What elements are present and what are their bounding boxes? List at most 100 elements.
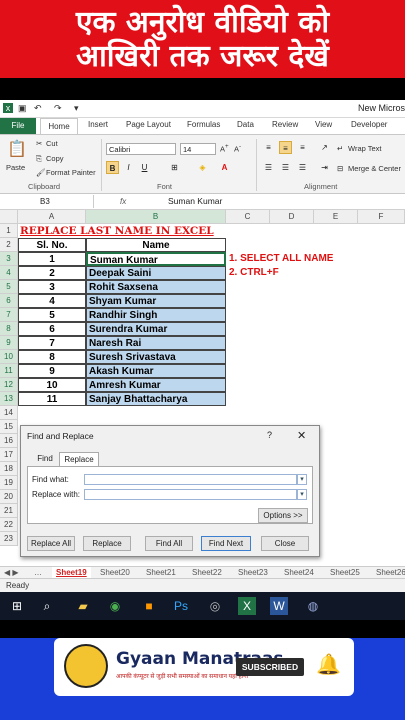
name-cell[interactable]: Naresh Rai xyxy=(86,336,226,350)
name-cell[interactable]: Suresh Srivastava xyxy=(86,350,226,364)
name-cell[interactable]: Shyam Kumar xyxy=(86,294,226,308)
paste-icon[interactable]: 📋 xyxy=(7,139,27,159)
save-icon[interactable]: ▣ xyxy=(18,103,28,113)
formula-input[interactable]: Suman Kumar xyxy=(168,195,222,208)
slno-cell[interactable]: 7 xyxy=(18,336,86,350)
tab-replace[interactable]: Replace xyxy=(59,452,99,466)
instruction-note[interactable]: 2. CTRL+F xyxy=(229,266,399,280)
name-cell[interactable]: Sanjay Bhattacharya xyxy=(86,392,226,406)
sheet-tab-active[interactable]: Sheet19 xyxy=(52,567,91,578)
row-header[interactable]: 2 xyxy=(0,238,18,252)
name-cell[interactable]: Akash Kumar xyxy=(86,364,226,378)
tab-home[interactable]: Home xyxy=(40,118,78,134)
undo-icon[interactable]: ↶ xyxy=(34,103,44,113)
file-explorer-icon[interactable]: ▰ xyxy=(74,597,92,615)
find-history-dropdown[interactable]: ▾ xyxy=(297,474,307,485)
slno-cell[interactable]: 1 xyxy=(18,252,86,266)
sheet-tab[interactable]: Sheet24 xyxy=(284,567,314,578)
tab-review[interactable]: Review xyxy=(272,120,298,129)
row-header[interactable]: 17 xyxy=(0,448,18,462)
instruction-note[interactable]: 1. SELECT ALL NAME xyxy=(229,252,399,266)
bell-icon[interactable]: 🔔 xyxy=(316,652,341,677)
subscribe-button[interactable]: SUBSCRIBED xyxy=(236,658,304,676)
row-header[interactable]: 21 xyxy=(0,504,18,518)
row-header[interactable]: 3 xyxy=(0,252,18,266)
sheet-title-cell[interactable]: REPLACE LAST NAME IN EXCEL xyxy=(20,224,230,238)
tab-formulas[interactable]: Formulas xyxy=(187,120,220,129)
name-cell[interactable]: Randhir Singh xyxy=(86,308,226,322)
app-icon[interactable]: ■ xyxy=(140,597,158,615)
row-header[interactable]: 15 xyxy=(0,420,18,434)
scroll-left-icon[interactable]: ◀ ▶ xyxy=(4,567,19,578)
row-header[interactable]: 23 xyxy=(0,532,18,546)
copy-icon[interactable]: ⎘ xyxy=(36,154,42,164)
row-header[interactable]: 7 xyxy=(0,308,18,322)
shrink-font-icon[interactable]: A- xyxy=(234,143,241,154)
name-cell[interactable]: Amresh Kumar xyxy=(86,378,226,392)
header-cell-name[interactable]: Name xyxy=(86,238,226,252)
italic-button[interactable]: I xyxy=(122,161,135,174)
tab-data[interactable]: Data xyxy=(237,120,254,129)
sheet-tab[interactable]: Sheet26 xyxy=(376,567,405,578)
sheet-tab[interactable]: Sheet23 xyxy=(238,567,268,578)
header-cell-slno[interactable]: Sl. No. xyxy=(18,238,86,252)
find-next-button[interactable]: Find Next xyxy=(201,536,251,551)
customize-icon[interactable]: ▾ xyxy=(74,103,84,113)
name-box[interactable]: B3 xyxy=(0,195,94,208)
row-header[interactable]: 19 xyxy=(0,476,18,490)
orientation-icon[interactable]: ↗ xyxy=(318,141,331,154)
sheet-tab[interactable]: Sheet25 xyxy=(330,567,360,578)
close-button[interactable]: Close xyxy=(261,536,309,551)
sheet-tab[interactable]: Sheet20 xyxy=(100,567,130,578)
row-header[interactable]: 20 xyxy=(0,490,18,504)
row-header[interactable]: 16 xyxy=(0,434,18,448)
align-center-icon[interactable]: ☰ xyxy=(279,161,292,174)
tab-developer[interactable]: Developer xyxy=(351,120,387,129)
row-header[interactable]: 5 xyxy=(0,280,18,294)
wrap-text-icon[interactable]: ↵ xyxy=(337,144,343,153)
word-taskbar-icon[interactable]: W xyxy=(270,597,288,615)
replace-history-dropdown[interactable]: ▾ xyxy=(297,489,307,500)
tab-page-layout[interactable]: Page Layout xyxy=(126,120,171,129)
slno-cell[interactable]: 2 xyxy=(18,266,86,280)
name-cell[interactable]: Surendra Kumar xyxy=(86,322,226,336)
name-cell-active[interactable]: Suman Kumar xyxy=(86,252,226,266)
indent-icon[interactable]: ⇥ xyxy=(318,161,331,174)
align-left-icon[interactable]: ☰ xyxy=(262,161,275,174)
column-header[interactable]: B xyxy=(86,210,226,224)
fill-color-icon[interactable]: ◈ xyxy=(196,161,209,174)
font-name-select[interactable]: Calibri xyxy=(106,143,176,155)
merge-center-button[interactable]: Merge & Center xyxy=(348,164,401,173)
row-header[interactable]: 6 xyxy=(0,294,18,308)
windows-start-icon[interactable]: ⊞ xyxy=(8,597,26,615)
photoshop-icon[interactable]: Ps xyxy=(172,597,190,615)
row-header[interactable]: 11 xyxy=(0,364,18,378)
wrap-text-button[interactable]: Wrap Text xyxy=(348,144,382,153)
row-header[interactable]: 10 xyxy=(0,350,18,364)
options-button[interactable]: Options >> xyxy=(258,508,308,523)
more-sheets-icon[interactable]: … xyxy=(34,567,42,578)
paste-button[interactable]: Paste xyxy=(6,163,25,172)
tab-file[interactable]: File xyxy=(0,118,36,134)
row-header[interactable]: 18 xyxy=(0,462,18,476)
slno-cell[interactable]: 6 xyxy=(18,322,86,336)
align-middle-icon[interactable]: ≡ xyxy=(279,141,292,154)
redo-icon[interactable]: ↷ xyxy=(54,103,64,113)
row-header[interactable]: 1 xyxy=(0,224,18,238)
slno-cell[interactable]: 3 xyxy=(18,280,86,294)
align-top-icon[interactable]: ≡ xyxy=(262,141,275,154)
column-header[interactable]: E xyxy=(314,210,358,224)
row-header[interactable]: 22 xyxy=(0,518,18,532)
column-header[interactable]: A xyxy=(18,210,86,224)
column-header[interactable]: F xyxy=(358,210,405,224)
grow-font-icon[interactable]: A+ xyxy=(220,143,229,154)
column-header[interactable]: C xyxy=(226,210,270,224)
slno-cell[interactable]: 4 xyxy=(18,294,86,308)
row-header[interactable]: 4 xyxy=(0,266,18,280)
font-color-icon[interactable]: A xyxy=(218,161,231,174)
format-painter-icon[interactable]: 🖌 xyxy=(36,168,46,177)
row-header[interactable]: 12 xyxy=(0,378,18,392)
row-header[interactable]: 9 xyxy=(0,336,18,350)
replace-button[interactable]: Replace xyxy=(83,536,131,551)
name-cell[interactable]: Deepak Saini xyxy=(86,266,226,280)
